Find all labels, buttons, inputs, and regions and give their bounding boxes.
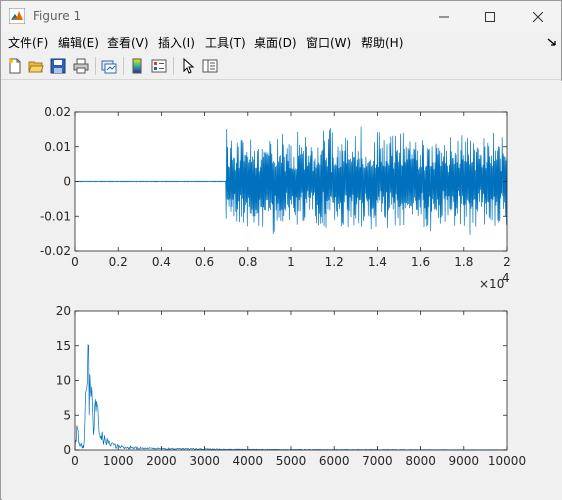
y-tick-label: 10 xyxy=(56,374,71,388)
y-tick-label: -0.01 xyxy=(40,209,71,223)
x-tick-label: 4000 xyxy=(233,454,264,468)
y-tick-label: -0.02 xyxy=(40,244,71,258)
x-exponent-power: 4 xyxy=(502,271,510,285)
toolbar-separator xyxy=(173,57,174,75)
figure-canvas: 0 0.2 0.4 0.6 0.8 1 1.2 1.4 1.6 1.8 2 0.02 0.01 0 -0.0… xyxy=(2,81,562,500)
x-tick-label: 0.4 xyxy=(152,255,171,269)
link-plot-button[interactable] xyxy=(99,56,119,76)
edit-plot-button[interactable] xyxy=(178,56,198,76)
link-plot-icon xyxy=(101,60,117,74)
print-icon xyxy=(73,58,89,74)
close-icon xyxy=(533,11,543,22)
insert-legend-icon xyxy=(151,59,167,73)
insert-colorbar-icon xyxy=(132,58,142,74)
y-tick-label: 5 xyxy=(63,408,71,422)
y-tick-label: 0.01 xyxy=(44,140,71,154)
y-tick-label: 0 xyxy=(63,443,71,457)
menu-bar: 文件(F) 编辑(E) 查看(V) 插入(I) 工具(T) 桌面(D) 窗口(W… xyxy=(1,32,561,52)
toolbar-separator xyxy=(95,57,96,75)
figure-plot-area[interactable]: 0 0.2 0.4 0.6 0.8 1 1.2 1.4 1.6 1.8 20.020.010-0.0… xyxy=(2,81,562,500)
x-tick-label: 0.6 xyxy=(195,255,214,269)
toolbar-separator xyxy=(123,57,124,75)
x-tick-label: 0.2 xyxy=(109,255,128,269)
axes-2-background xyxy=(75,311,507,450)
x-tick-label: 2000 xyxy=(146,454,177,468)
x-tick-label: 5000 xyxy=(276,454,307,468)
x-tick-label: 9000 xyxy=(449,454,480,468)
menu-desktop[interactable]: 桌面(D) xyxy=(254,34,297,51)
x-tick-label: 0 xyxy=(71,454,79,468)
window-title: Figure 1 xyxy=(33,9,82,23)
x-tick-label: 1 xyxy=(287,255,295,269)
insert-colorbar-button[interactable] xyxy=(127,56,147,76)
open-file-button[interactable] xyxy=(26,56,46,76)
menu-edit[interactable]: 编辑(E) xyxy=(58,34,99,51)
insert-legend-button[interactable] xyxy=(149,56,169,76)
y-tick-label: 0 xyxy=(63,175,71,189)
menu-help[interactable]: 帮助(H) xyxy=(361,34,403,51)
x-tick-label: 8000 xyxy=(405,454,436,468)
open-file-icon xyxy=(28,61,44,73)
x-tick-label: 1000 xyxy=(103,454,134,468)
save-button[interactable] xyxy=(48,56,68,76)
title-bar[interactable]: Figure 1 xyxy=(1,1,561,32)
x-tick-label: 1.4 xyxy=(368,255,387,269)
figure-window: Figure 1 文件(F) 编辑(E) 查看(V) 插入(I) 工具(T) 桌… xyxy=(0,0,562,500)
dock-arrow-icon[interactable] xyxy=(547,37,557,47)
menu-insert[interactable]: 插入(I) xyxy=(158,34,195,51)
save-icon xyxy=(50,58,66,74)
menu-window[interactable]: 窗口(W) xyxy=(306,34,351,51)
x-tick-label: 1.8 xyxy=(454,255,473,269)
edit-plot-icon xyxy=(183,58,195,74)
x-tick-label: 2 xyxy=(503,255,511,269)
x-exponent-label: ×10 xyxy=(479,277,504,291)
minimize-button[interactable] xyxy=(421,1,467,32)
x-tick-label: 1.2 xyxy=(325,255,344,269)
toolbar xyxy=(1,52,561,80)
y-tick-label: 0.02 xyxy=(44,105,71,119)
maximize-icon xyxy=(485,11,495,22)
minimize-icon xyxy=(439,16,449,17)
property-inspector-icon xyxy=(202,59,218,73)
x-tick-label: 7000 xyxy=(362,454,393,468)
menu-tools[interactable]: 工具(T) xyxy=(205,34,246,51)
print-button[interactable] xyxy=(71,56,91,76)
y-tick-label: 20 xyxy=(56,304,71,318)
matlab-logo-icon xyxy=(9,8,25,24)
x-tick-label: 0 xyxy=(71,255,79,269)
x-tick-label: 0.8 xyxy=(238,255,257,269)
close-button[interactable] xyxy=(515,1,561,32)
x-tick-label: 10000 xyxy=(488,454,526,468)
property-inspector-button[interactable] xyxy=(200,56,220,76)
menu-view[interactable]: 查看(V) xyxy=(107,34,149,51)
x-tick-label: 6000 xyxy=(319,454,350,468)
x-tick-label: 1.6 xyxy=(411,255,430,269)
new-figure-button[interactable] xyxy=(5,56,25,76)
new-figure-icon xyxy=(9,58,21,74)
x-tick-label: 3000 xyxy=(189,454,220,468)
maximize-button[interactable] xyxy=(467,1,513,32)
y-tick-label: 15 xyxy=(56,339,71,353)
menu-file[interactable]: 文件(F) xyxy=(8,34,48,51)
